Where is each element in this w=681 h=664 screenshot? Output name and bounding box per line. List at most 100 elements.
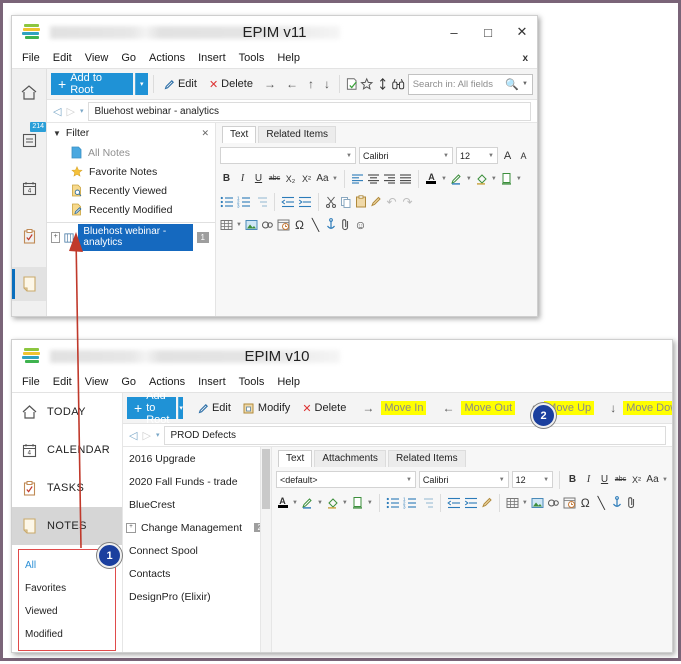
numbered-list-icon[interactable]: 123	[403, 497, 417, 509]
move-down-button[interactable]: ↓ Move Down	[601, 397, 672, 419]
grow-font-icon[interactable]: A	[501, 150, 514, 162]
tab-related-items[interactable]: Related Items	[258, 126, 337, 143]
close-button[interactable]: ✕	[513, 24, 531, 40]
add-to-root-caret[interactable]: ▾	[134, 73, 149, 95]
breadcrumb-forward-button[interactable]: ▷	[66, 105, 74, 118]
note-check-icon[interactable]	[345, 77, 358, 91]
tab-text[interactable]: Text	[222, 126, 257, 143]
filter-item-recently-viewed[interactable]: Recently Viewed	[71, 181, 215, 200]
add-to-root-caret[interactable]: ▾	[178, 397, 183, 419]
change-case-button[interactable]: Aa	[316, 173, 329, 184]
menu-tools[interactable]: Tools	[239, 376, 265, 388]
menu-go[interactable]: Go	[121, 52, 136, 64]
chevron-down-icon[interactable]: ▼	[662, 477, 668, 483]
search-caret-icon[interactable]: ▼	[522, 81, 528, 87]
menu-file[interactable]: File	[22, 376, 40, 388]
bold-button[interactable]: B	[566, 474, 579, 485]
symbol-icon[interactable]: Ω	[579, 496, 592, 510]
fill-color-icon[interactable]	[326, 496, 339, 509]
minimize-button[interactable]: –	[445, 25, 463, 40]
modify-button[interactable]: Modify	[238, 397, 295, 419]
bold-button[interactable]: B	[220, 173, 233, 184]
edit-button[interactable]: Edit	[193, 397, 236, 419]
font-family-select[interactable]: Calibri ▼	[418, 471, 509, 488]
filter-item-favorite-notes[interactable]: Favorite Notes	[71, 162, 215, 181]
multilevel-list-icon[interactable]	[254, 196, 268, 208]
menu-actions[interactable]: Actions	[149, 376, 185, 388]
numbered-list-icon[interactable]: 123	[237, 196, 251, 208]
star-icon[interactable]	[360, 77, 374, 91]
rail-item-calendar[interactable]: 4 CALENDAR	[12, 431, 122, 469]
move-in-button[interactable]: → Move In	[353, 397, 431, 419]
format-painter-icon[interactable]	[481, 496, 493, 509]
attachment-icon[interactable]	[626, 496, 637, 509]
highlight-icon[interactable]	[450, 172, 463, 185]
maximize-button[interactable]: □	[479, 25, 497, 40]
highlight-icon[interactable]	[301, 496, 314, 509]
edit-button[interactable]: Edit	[159, 73, 202, 95]
superscript-button[interactable]: X²	[630, 475, 643, 485]
align-left-icon[interactable]	[351, 173, 364, 184]
sub-filter-modified[interactable]: Modified	[25, 623, 115, 646]
chevron-down-icon[interactable]: ▼	[516, 176, 522, 182]
tab-related-items[interactable]: Related Items	[387, 450, 466, 467]
decrease-indent-icon[interactable]	[281, 196, 295, 208]
tab-text[interactable]: Text	[278, 450, 313, 467]
menu-edit[interactable]: Edit	[53, 52, 72, 64]
copy-icon[interactable]	[340, 196, 352, 208]
subscript-button[interactable]: X₂	[284, 174, 297, 184]
delete-button[interactable]: ✕ Delete	[297, 397, 351, 419]
menu-actions[interactable]: Actions	[149, 52, 185, 64]
list-item[interactable]: Contacts	[123, 562, 271, 585]
filter-item-recently-modified[interactable]: Recently Modified	[71, 200, 215, 219]
cut-icon[interactable]	[325, 196, 337, 208]
menu-edit[interactable]: Edit	[53, 376, 72, 388]
strikethrough-button[interactable]: abc	[614, 476, 627, 483]
font-size-select[interactable]: 12 ▼	[456, 147, 498, 164]
delete-button[interactable]: ✕ Delete	[204, 73, 258, 95]
align-right-icon[interactable]	[383, 173, 396, 184]
move-out-button[interactable]: ← Move Out	[433, 397, 520, 419]
line-icon[interactable]: ╲	[309, 218, 322, 232]
paste-icon[interactable]	[355, 195, 367, 208]
list-item[interactable]: 2020 Fall Funds - trade	[123, 470, 271, 493]
chevron-down-icon[interactable]: ▼	[236, 222, 242, 228]
move-up-arrow-icon[interactable]: ↑	[304, 77, 318, 91]
move-out-arrow-icon[interactable]: ←	[282, 77, 302, 91]
datetime-icon[interactable]	[277, 218, 290, 231]
attachment-icon[interactable]	[340, 218, 351, 231]
line-icon[interactable]: ╲	[595, 496, 608, 510]
table-icon[interactable]	[506, 497, 519, 509]
symbol-icon[interactable]: Ω	[293, 218, 306, 232]
breadcrumb-back-button[interactable]: ◁	[53, 105, 61, 118]
breadcrumb-value[interactable]: PROD Defects	[164, 425, 666, 445]
scrollbar-thumb[interactable]	[262, 449, 270, 509]
updown-arrow-icon[interactable]	[376, 77, 389, 91]
list-item[interactable]: 2016 Upgrade	[123, 447, 271, 470]
note-list-item[interactable]: + Bluehost webinar - analytics 1	[47, 224, 215, 251]
list-scrollbar[interactable]	[260, 447, 271, 652]
tab-attachments[interactable]: Attachments	[314, 450, 386, 467]
menu-help[interactable]: Help	[277, 376, 300, 388]
image-icon[interactable]	[245, 219, 258, 231]
align-center-icon[interactable]	[367, 173, 380, 184]
chevron-down-icon[interactable]: ▼	[466, 176, 472, 182]
rail-item-home[interactable]	[12, 75, 46, 109]
menu-close-icon[interactable]: x	[522, 53, 528, 64]
rail-item-notes[interactable]	[12, 267, 46, 301]
datetime-icon[interactable]	[563, 496, 576, 509]
list-item[interactable]: + Change Management 2	[123, 516, 271, 539]
chevron-down-icon[interactable]: ▼	[292, 500, 298, 506]
chevron-down-icon[interactable]: ▼	[342, 500, 348, 506]
align-justify-icon[interactable]	[399, 173, 412, 184]
redo-icon[interactable]: ↷	[401, 195, 414, 209]
menu-insert[interactable]: Insert	[198, 376, 226, 388]
style-select[interactable]: <default> ▼	[276, 471, 416, 488]
font-color-icon[interactable]: A	[276, 497, 289, 508]
menu-view[interactable]: View	[85, 376, 109, 388]
rail-item-tasks[interactable]: TASKS	[12, 469, 122, 507]
menu-go[interactable]: Go	[121, 376, 136, 388]
menu-help[interactable]: Help	[277, 52, 300, 64]
italic-button[interactable]: I	[582, 474, 595, 485]
add-to-root-button[interactable]: + Add to Root	[127, 390, 177, 426]
